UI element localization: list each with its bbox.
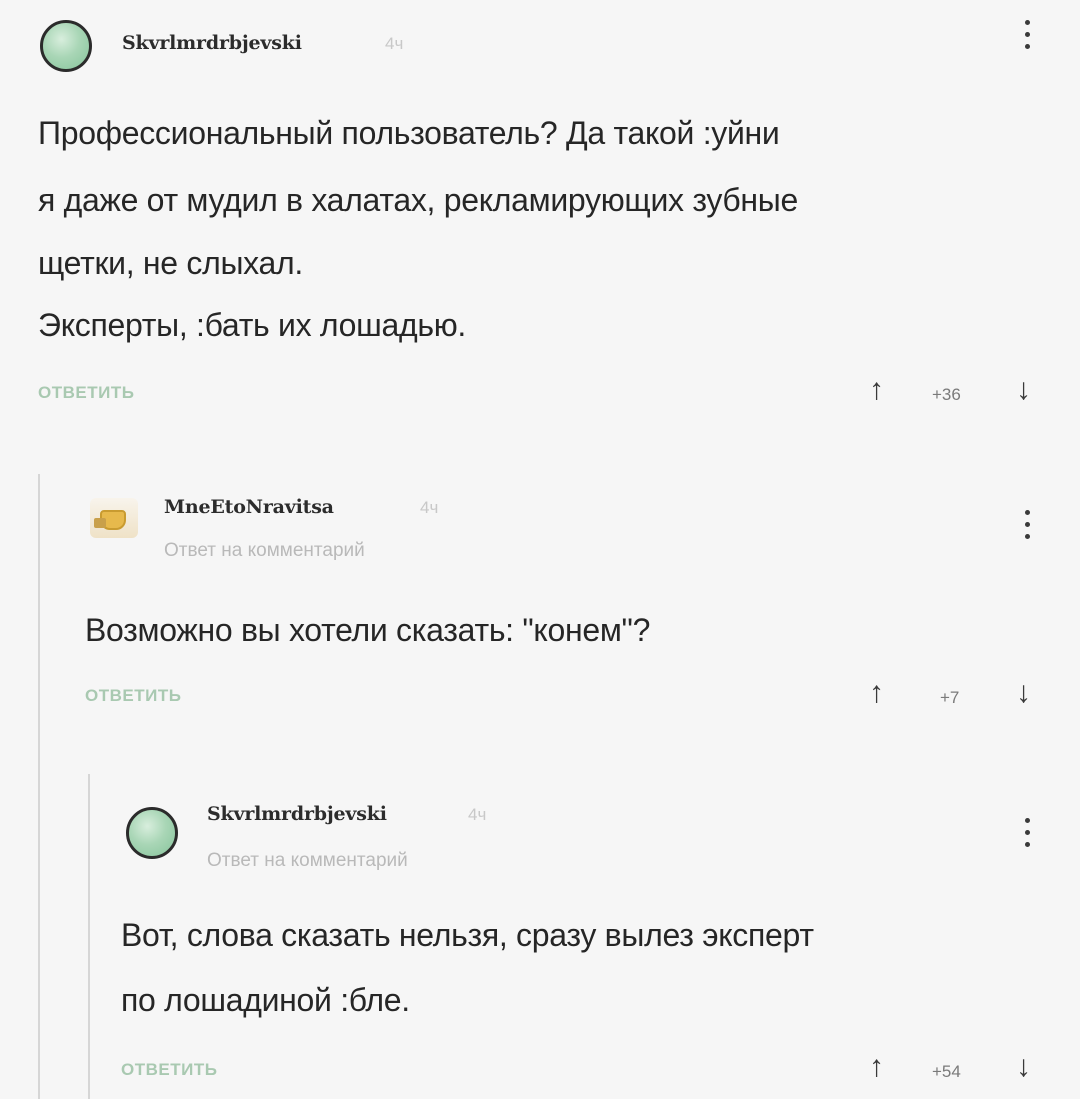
- comment-time: 4ч: [385, 34, 404, 53]
- username[interactable]: Skvrlmrdrbjevski: [122, 32, 302, 54]
- upvote-arrow-icon[interactable]: ↑: [869, 1052, 884, 1082]
- comment-2: MneEtoNravitsa 4ч Ответ на комментарий В…: [0, 470, 1080, 770]
- comment-text-line: Возможно вы хотели сказать: "конем"?: [85, 612, 651, 648]
- downvote-arrow-icon[interactable]: ↓: [1016, 678, 1031, 708]
- comment-score: +54: [932, 1062, 961, 1081]
- upvote-arrow-icon[interactable]: ↑: [869, 375, 884, 405]
- comment-1: Skvrlmrdrbjevski 4ч Профессиональный пол…: [0, 0, 1080, 440]
- comment-time: 4ч: [420, 498, 439, 517]
- username[interactable]: MneEtoNravitsa: [164, 496, 334, 518]
- reply-button[interactable]: ОТВЕТИТЬ: [121, 1060, 217, 1080]
- comment-text-line: по лошадиной :бле.: [121, 982, 410, 1018]
- avatar-decoration: [94, 518, 106, 528]
- comment-text-line: Вот, слова сказать нельзя, сразу вылез э…: [121, 917, 814, 953]
- comment-score: +36: [932, 385, 961, 404]
- reply-button[interactable]: ОТВЕТИТЬ: [38, 383, 134, 403]
- downvote-arrow-icon[interactable]: ↓: [1016, 375, 1031, 405]
- user-avatar[interactable]: [40, 20, 92, 72]
- reply-to-label[interactable]: Ответ на комментарий: [207, 850, 408, 872]
- comment-3: Skvrlmrdrbjevski 4ч Ответ на комментарий…: [0, 770, 1080, 1099]
- user-avatar[interactable]: [126, 807, 178, 859]
- comment-time: 4ч: [468, 805, 487, 824]
- comment-text-line: я даже от мудил в халатах, рекламирующих…: [38, 182, 798, 218]
- more-options-icon[interactable]: [1023, 818, 1031, 854]
- comment-text-line: Профессиональный пользователь? Да такой …: [38, 115, 780, 151]
- downvote-arrow-icon[interactable]: ↓: [1016, 1052, 1031, 1082]
- reply-button[interactable]: ОТВЕТИТЬ: [85, 686, 181, 706]
- reply-to-label[interactable]: Ответ на комментарий: [164, 540, 365, 562]
- username[interactable]: Skvrlmrdrbjevski: [207, 803, 387, 825]
- more-options-icon[interactable]: [1023, 20, 1031, 56]
- more-options-icon[interactable]: [1023, 510, 1031, 546]
- upvote-arrow-icon[interactable]: ↑: [869, 678, 884, 708]
- user-avatar[interactable]: [90, 498, 138, 538]
- comment-score: +7: [940, 688, 960, 707]
- comment-text-line: щетки, не слыхал.: [38, 245, 303, 281]
- comment-text-line: Эксперты, :бать их лошадью.: [38, 307, 467, 343]
